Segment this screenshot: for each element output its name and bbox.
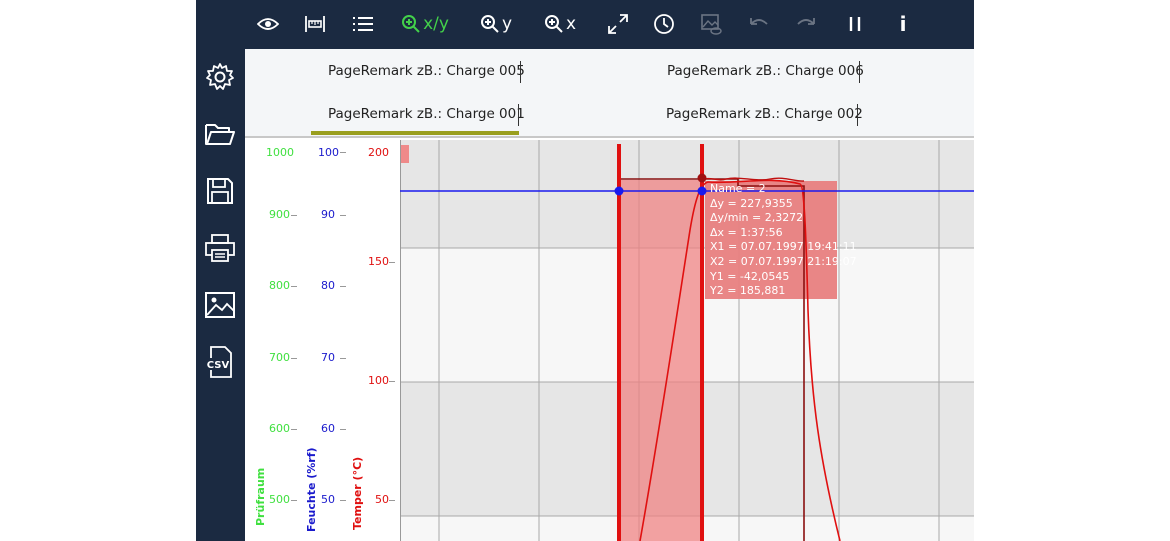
list-icon[interactable] bbox=[351, 9, 375, 39]
folder-open-icon[interactable] bbox=[201, 115, 239, 153]
axis-tick: 50 bbox=[321, 493, 335, 506]
zoom-xy-label: x/y bbox=[423, 14, 449, 34]
zoom-in-icon bbox=[480, 15, 499, 33]
print-icon[interactable] bbox=[201, 229, 239, 267]
zoom-x-label: x bbox=[565, 14, 577, 34]
tick-mark bbox=[291, 286, 297, 287]
tick-mark bbox=[291, 358, 297, 359]
range-marker bbox=[401, 145, 409, 163]
y-axes-panel: 1000 900 800 700 600 500 Prüfraum 100 90… bbox=[245, 140, 400, 541]
zoom-in-icon bbox=[544, 15, 563, 33]
tabs-divider bbox=[245, 136, 974, 138]
axis-tick: 60 bbox=[321, 422, 335, 435]
pause-icon[interactable] bbox=[843, 9, 867, 39]
left-sidebar: CSV bbox=[196, 49, 245, 541]
zoom-xy-button[interactable]: x/y bbox=[396, 9, 454, 39]
gear-icon[interactable] bbox=[201, 58, 239, 96]
tab-charge-006[interactable]: PageRemark zB.: Charge 006 bbox=[667, 63, 864, 79]
axis-tick: 500 bbox=[269, 493, 290, 506]
tick-mark bbox=[389, 262, 395, 263]
tooltip-dy: Δy = 227,9355 bbox=[710, 196, 793, 210]
cursor-point bbox=[614, 186, 624, 196]
zoom-y-label: y bbox=[501, 14, 513, 34]
cursor-point bbox=[697, 186, 707, 196]
tick-mark bbox=[291, 500, 297, 501]
ruler-icon[interactable] bbox=[303, 9, 327, 39]
axis-tick: 90 bbox=[321, 208, 335, 221]
active-tab-indicator bbox=[311, 131, 519, 135]
tab-separator bbox=[518, 104, 519, 126]
redo-icon[interactable] bbox=[794, 9, 818, 39]
axis-tick: 900 bbox=[269, 208, 290, 221]
tooltip-dx: Δx = 1:37:56 bbox=[710, 225, 783, 239]
tab-charge-002[interactable]: PageRemark zB.: Charge 002 bbox=[666, 106, 863, 122]
axis-tick: 100 bbox=[318, 146, 339, 159]
tab-separator bbox=[520, 61, 521, 83]
tooltip-dy-min: Δy/min = 2,3272 bbox=[710, 211, 804, 225]
axis-tick: 1000 bbox=[266, 146, 294, 159]
tick-mark bbox=[389, 381, 395, 382]
zoom-x-button[interactable]: x bbox=[540, 9, 580, 39]
tick-mark bbox=[340, 215, 346, 216]
tooltip-x1: X1 = 07.07.1997 19:41:11 bbox=[710, 240, 857, 254]
page-tabs: PageRemark zB.: Charge 005 PageRemark zB… bbox=[245, 49, 974, 138]
axis-title-temper: Temper (°C) bbox=[351, 456, 364, 530]
tick-mark bbox=[340, 500, 346, 501]
undo-icon[interactable] bbox=[747, 9, 771, 39]
axis-tick: 800 bbox=[269, 279, 290, 292]
tick-mark bbox=[340, 286, 346, 287]
tab-separator bbox=[859, 61, 860, 83]
app-window: x/y y x i CSV PageRemark zB.: Charge 005… bbox=[196, 0, 974, 541]
axis-title-pruefraum: Prüfraum bbox=[254, 467, 267, 526]
info-icon[interactable]: i bbox=[891, 9, 915, 39]
zoom-in-icon bbox=[402, 15, 420, 33]
axis-tick: 700 bbox=[269, 351, 290, 364]
tick-mark bbox=[340, 152, 346, 153]
axis-tick: 100 bbox=[368, 374, 389, 387]
axis-tick: 150 bbox=[368, 255, 389, 268]
save-icon[interactable] bbox=[201, 172, 239, 210]
axis-tick: 200 bbox=[368, 146, 389, 159]
info-label: i bbox=[899, 12, 907, 36]
tick-mark bbox=[340, 429, 346, 430]
tick-mark bbox=[340, 358, 346, 359]
axis-title-feuchte: Feuchte (%rf) bbox=[305, 447, 318, 532]
axis-tick: 50 bbox=[375, 493, 389, 506]
tooltip-name: Name = 2 bbox=[710, 182, 766, 195]
measurement-tooltip: Name = 2 Δy = 227,9355 Δy/min = 2,3272 Δ… bbox=[710, 182, 857, 299]
tooltip-x2: X2 = 07.07.1997 21:19:07 bbox=[710, 254, 857, 268]
cursor-point bbox=[697, 173, 707, 183]
svg-text:CSV: CSV bbox=[207, 360, 230, 371]
axis-tick: 70 bbox=[321, 351, 335, 364]
tab-charge-005[interactable]: PageRemark zB.: Charge 005 bbox=[328, 63, 525, 79]
tick-mark bbox=[389, 500, 395, 501]
csv-icon[interactable]: CSV bbox=[201, 343, 239, 381]
measure-region bbox=[619, 180, 703, 541]
tooltip-y1: Y1 = -42,0545 bbox=[710, 269, 790, 283]
eye-icon[interactable] bbox=[256, 9, 280, 39]
tab-separator bbox=[857, 104, 858, 126]
clock-icon[interactable] bbox=[652, 9, 676, 39]
top-toolbar: x/y y x i bbox=[196, 0, 974, 49]
image-icon[interactable] bbox=[201, 286, 239, 324]
axis-tick: 600 bbox=[269, 422, 290, 435]
tab-charge-001[interactable]: PageRemark zB.: Charge 001 bbox=[328, 106, 525, 122]
tick-mark bbox=[291, 429, 297, 430]
axis-tick: 80 bbox=[321, 279, 335, 292]
image-eye-icon[interactable] bbox=[699, 9, 723, 39]
tooltip-y2: Y2 = 185,881 bbox=[710, 284, 786, 298]
plot-area[interactable]: Name = 2 Δy = 227,9355 Δy/min = 2,3272 Δ… bbox=[400, 140, 974, 541]
expand-icon[interactable] bbox=[606, 9, 630, 39]
zoom-y-button[interactable]: y bbox=[476, 9, 516, 39]
tick-mark bbox=[291, 215, 297, 216]
